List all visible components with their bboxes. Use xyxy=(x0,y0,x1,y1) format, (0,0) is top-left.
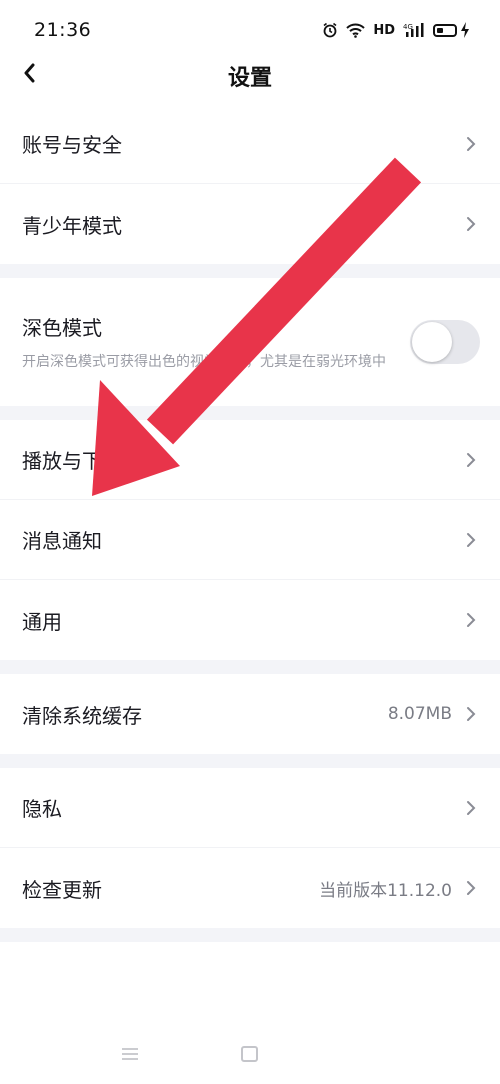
settings-item-clear-cache[interactable]: 清除系统缓存 8.07MB xyxy=(0,674,500,754)
settings-item-label: 播放与下载 xyxy=(22,449,122,473)
settings-group-cache: 清除系统缓存 8.07MB xyxy=(0,674,500,754)
chevron-right-icon xyxy=(467,707,476,721)
signal-icon: 4G xyxy=(403,23,424,37)
settings-group-about: 隐私 检查更新 当前版本11.12.0 xyxy=(0,768,500,928)
battery-indicator xyxy=(433,22,470,38)
settings-item-notifications[interactable]: 消息通知 xyxy=(0,500,500,580)
wifi-icon xyxy=(346,23,366,38)
settings-group-dark-mode: 深色模式 开启深色模式可获得出色的视觉体验，尤其是在弱光环境中 xyxy=(0,278,500,406)
settings-item-label: 通用 xyxy=(22,609,62,634)
settings-item-account-security[interactable]: 账号与安全 xyxy=(0,104,500,184)
settings-group-general: 播放与下载 消息通知 通用 xyxy=(0,420,500,660)
home-icon[interactable] xyxy=(241,1046,258,1062)
group-divider xyxy=(0,928,500,942)
chevron-right-icon xyxy=(467,217,476,231)
settings-item-dark-mode: 深色模式 开启深色模式可获得出色的视觉体验，尤其是在弱光环境中 xyxy=(0,278,500,406)
cache-size-value: 8.07MB xyxy=(387,704,452,724)
group-divider xyxy=(0,754,500,768)
settings-item-label: 消息通知 xyxy=(22,529,102,553)
system-navigation-bar xyxy=(0,1040,500,1070)
settings-item-check-update[interactable]: 检查更新 当前版本11.12.0 xyxy=(0,848,500,928)
dark-mode-title: 深色模式 xyxy=(22,315,102,340)
chevron-right-icon xyxy=(467,136,476,151)
dark-mode-toggle[interactable] xyxy=(410,320,480,364)
settings-list: 账号与安全 青少年模式 深色模式 开启深色模式可获得出色的视觉体验，尤其是在弱光… xyxy=(0,104,500,1084)
group-divider xyxy=(0,660,500,674)
battery-icon xyxy=(433,23,457,37)
chevron-right-icon xyxy=(467,532,476,547)
chevron-right-icon xyxy=(467,800,476,815)
status-icons: HD 4G xyxy=(322,22,470,38)
settings-item-label: 检查更新 xyxy=(22,877,102,902)
menu-icon[interactable] xyxy=(120,1047,140,1061)
chevron-right-icon xyxy=(467,881,476,895)
dark-mode-description: 开启深色模式可获得出色的视觉体验，尤其是在弱光环境中 xyxy=(22,353,386,370)
settings-item-label: 账号与安全 xyxy=(22,133,122,157)
settings-item-general[interactable]: 通用 xyxy=(0,580,500,660)
alarm-icon xyxy=(323,22,337,38)
chevron-right-icon xyxy=(467,452,476,467)
nav-bar: 设置 xyxy=(0,44,500,104)
settings-item-teen-mode[interactable]: 青少年模式 xyxy=(0,184,500,264)
settings-group-account: 账号与安全 青少年模式 xyxy=(0,104,500,264)
settings-item-playback-download[interactable]: 播放与下载 xyxy=(0,420,500,500)
toggle-knob xyxy=(412,322,452,362)
status-time: 21:36 xyxy=(34,19,92,41)
settings-item-label: 青少年模式 xyxy=(22,213,122,238)
settings-item-label: 隐私 xyxy=(22,797,62,821)
page-title: 设置 xyxy=(227,66,272,91)
settings-item-privacy[interactable]: 隐私 xyxy=(0,768,500,848)
hd-indicator: HD xyxy=(373,22,395,38)
charging-icon xyxy=(461,22,469,38)
current-version-value: 当前版本11.12.0 xyxy=(319,880,452,901)
group-divider xyxy=(0,406,500,420)
chevron-right-icon xyxy=(467,613,476,627)
settings-item-label: 清除系统缓存 xyxy=(22,703,142,728)
group-divider xyxy=(0,264,500,278)
